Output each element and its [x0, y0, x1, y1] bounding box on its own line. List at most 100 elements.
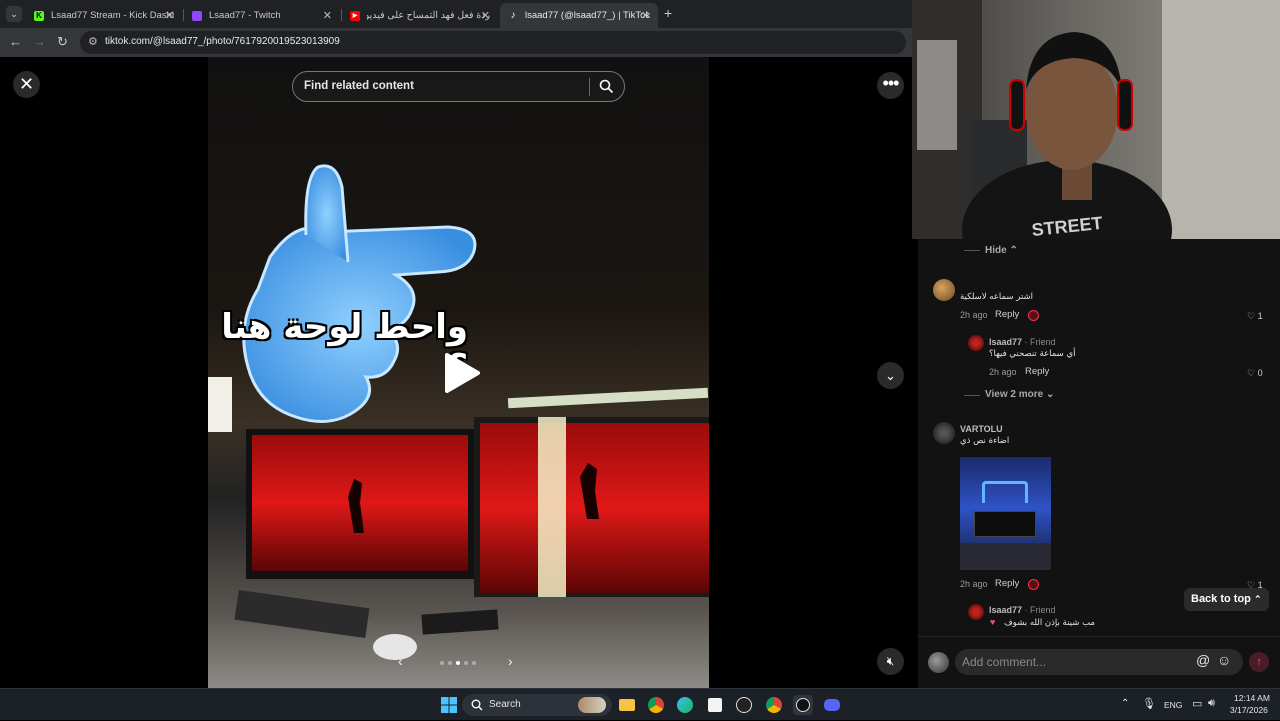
avatar[interactable] [933, 422, 955, 444]
tab-title: Lsaad77 Stream - Kick Dashboard [51, 10, 174, 21]
close-tab-icon[interactable]: ✕ [323, 9, 332, 22]
carousel-dot[interactable] [448, 661, 452, 665]
discord-icon[interactable] [822, 695, 842, 715]
view-more-replies-button[interactable]: View 2 more ⌄ [985, 389, 1054, 400]
comment-text: اضاءة نص ذي [960, 436, 1010, 446]
carousel-dot[interactable] [456, 661, 460, 665]
comment-time: 2h ago [960, 579, 988, 589]
carousel-dot[interactable] [440, 661, 444, 665]
mute-toggle-button[interactable]: 🔇︎ [877, 648, 904, 675]
reload-icon[interactable]: ↻ [57, 34, 68, 50]
comment-composer: Add comment... @ ☺ ↑ [918, 636, 1280, 688]
chevron-up-icon: ⌃ [1009, 245, 1018, 256]
back-to-top-button[interactable]: Back to top ⌃ [1184, 588, 1269, 611]
reply-username-text: lsaad77 [989, 337, 1023, 347]
post-photo[interactable]: واحط لوحة هنا ؟ ‹ › [208, 57, 709, 688]
chevron-left-icon[interactable]: ‹ [398, 653, 403, 669]
obs-icon[interactable] [734, 695, 754, 715]
comment-input[interactable]: Add comment... @ ☺ [955, 649, 1243, 675]
hide-replies-button[interactable]: Hide ⌃ [985, 245, 1018, 256]
volume-icon[interactable]: 🔊︎ [1208, 697, 1215, 710]
reply-button[interactable]: Reply [995, 578, 1019, 589]
reply-username[interactable]: lsaad77 · Friend [989, 337, 1056, 347]
language-indicator[interactable]: ENG [1164, 700, 1182, 710]
edge-icon[interactable] [675, 695, 695, 715]
search-placeholder: Find related content [304, 80, 414, 92]
search-icon[interactable] [599, 79, 614, 94]
tab-title: Lsaad77 - Twitch [209, 10, 281, 21]
more-options-button[interactable]: ••• [877, 72, 904, 99]
browser-tab-strip: ⌄ K Lsaad77 Stream - Kick Dashboard ✕ Ls… [0, 0, 912, 28]
close-tab-icon[interactable]: ✕ [165, 9, 174, 22]
browser-tab-tiktok[interactable]: ♪ lsaad77 (@lsaad77_) | TikTok ✕ [500, 3, 658, 28]
twitch-icon [192, 10, 202, 21]
pink-heart-emoji: ♥ [990, 617, 996, 627]
forward-arrow-icon[interactable]: → [33, 34, 46, 49]
post-comment-button[interactable]: ↑ [1249, 652, 1269, 672]
microsoft-store-icon[interactable] [705, 695, 725, 715]
clock-date[interactable]: 3/17/2026 [1230, 705, 1268, 715]
webcam-overlay: STREET [912, 0, 1280, 239]
reply-text: مب شينة بإذن الله بشوف [1004, 618, 1095, 628]
like-button[interactable]: ♡ 0 [1247, 368, 1263, 379]
my-avatar[interactable] [928, 652, 949, 673]
carousel-dot[interactable] [472, 661, 476, 665]
close-tab-icon[interactable]: ✕ [641, 9, 650, 22]
chrome-icon[interactable] [646, 695, 666, 715]
emoji-icon[interactable]: ☺ [1217, 652, 1231, 668]
avatar[interactable] [933, 279, 955, 301]
like-count: 0 [1257, 368, 1263, 378]
webcam-person-image: STREET [912, 0, 1280, 239]
address-bar[interactable]: ⚙ tiktok.com/@lsaad77_/photo/76179200195… [80, 31, 906, 54]
avatar[interactable] [968, 335, 984, 351]
browser-tab-twitch[interactable]: Lsaad77 - Twitch ✕ [184, 3, 340, 28]
close-viewer-button[interactable]: ✕ [13, 71, 40, 98]
arrow-up-icon: ↑ [1256, 656, 1262, 668]
tab-list-dropdown-icon[interactable]: ⌄ [6, 6, 22, 22]
heart-icon: ♡ [1247, 311, 1256, 321]
back-arrow-icon[interactable]: ← [9, 34, 22, 49]
windows-start-icon[interactable] [439, 695, 459, 715]
reply-time: 2h ago [989, 367, 1017, 377]
network-icon[interactable]: ▭ [1192, 697, 1202, 710]
tab-title: ردة فعل فهد التمساح على فيديو [367, 10, 490, 21]
reply-text: أي سماعة تنصحني فيها؟ [989, 349, 1076, 359]
related-content-search[interactable]: Find related content [292, 71, 625, 102]
browser-tab-kick[interactable]: K Lsaad77 Stream - Kick Dashboard ✕ [26, 3, 182, 28]
obs-active-icon[interactable] [793, 695, 813, 715]
reply-button[interactable]: Reply [995, 309, 1019, 320]
chevron-right-icon[interactable]: › [508, 653, 513, 669]
mention-icon[interactable]: @ [1196, 652, 1210, 668]
new-tab-button[interactable]: + [664, 5, 672, 21]
heart-icon: ♡ [1247, 368, 1256, 378]
site-info-icon[interactable]: ⚙ [88, 35, 98, 48]
show-hidden-icons-icon[interactable]: ⌃ [1121, 698, 1129, 709]
reply-username-text: lsaad77 [989, 605, 1023, 615]
comment-attached-image[interactable] [960, 457, 1051, 570]
taskbar-search[interactable]: Search [462, 694, 612, 716]
reply-button[interactable]: Reply [1025, 366, 1049, 377]
photo-viewer: ✕ واحط لوحة هنا ‹ › Find related content… [0, 57, 912, 688]
kick-icon: K [34, 10, 44, 21]
comments-panel: Hide ⌃ اشتر سماعه لاسلكية 2h ago Reply ♡… [918, 239, 1280, 636]
comment-placeholder: Add comment... [962, 655, 1047, 669]
browser-tab-youtube[interactable]: ▶ ردة فعل فهد التمساح على فيديو ✕ [342, 3, 498, 28]
avatar[interactable] [968, 604, 984, 620]
next-post-button[interactable]: ⌄ [877, 362, 904, 389]
speaker-muted-icon: 🔇︎ [886, 654, 895, 668]
comment-text: اشتر سماعه لاسلكية [960, 292, 1033, 302]
creator-liked-icon [1028, 310, 1039, 321]
microphone-icon[interactable]: 🎙︎ [1142, 697, 1156, 710]
clock-time[interactable]: 12:14 AM [1234, 693, 1270, 703]
play-icon[interactable] [443, 352, 481, 394]
chrome-icon[interactable] [764, 695, 784, 715]
carousel-dot[interactable] [464, 661, 468, 665]
search-highlight-icon [578, 697, 606, 713]
comment-username[interactable]: VARTOLU [960, 424, 1003, 434]
reply-username[interactable]: lsaad77 · Friend [989, 605, 1056, 615]
like-button[interactable]: ♡ 1 [1247, 311, 1263, 322]
close-tab-icon[interactable]: ✕ [481, 9, 490, 22]
tiktok-icon: ♪ [510, 10, 516, 21]
creator-liked-icon [1028, 579, 1039, 590]
file-explorer-icon[interactable] [617, 695, 637, 715]
